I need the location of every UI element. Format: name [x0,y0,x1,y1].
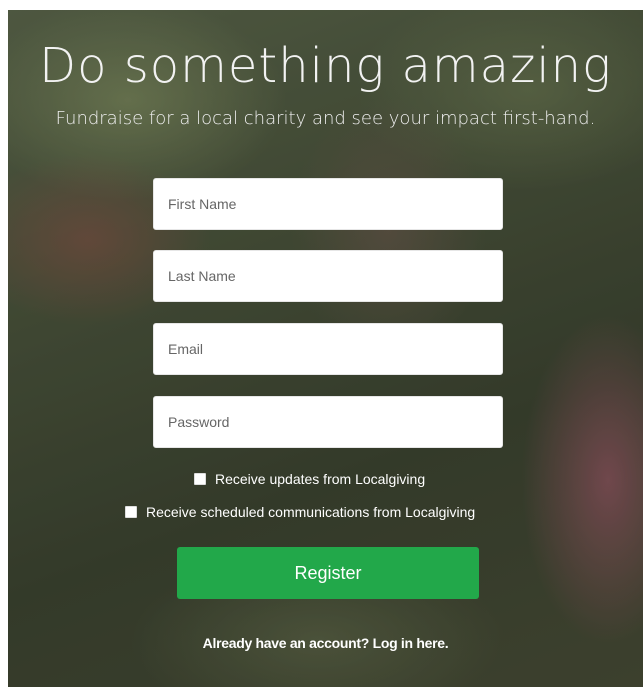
communications-option[interactable]: Receive scheduled communications from Lo… [125,504,475,520]
first-name-field[interactable] [153,178,503,230]
updates-option[interactable]: Receive updates from Localgiving [194,471,425,487]
page-title: Do something amazing [39,38,612,94]
communications-checkbox[interactable] [125,506,137,518]
password-field[interactable] [153,396,503,448]
updates-checkbox[interactable] [194,473,206,485]
email-field[interactable] [153,323,503,375]
hero-background: Do something amazing Fundraise for a loc… [8,10,643,687]
updates-label: Receive updates from Localgiving [215,471,426,487]
register-button[interactable]: Register [177,547,479,599]
last-name-field[interactable] [153,250,503,302]
communications-label: Receive scheduled communications from Lo… [146,504,476,520]
page-subtitle: Fundraise for a local charity and see yo… [55,108,596,129]
login-link[interactable]: Already have an account? Log in here. [8,635,643,651]
